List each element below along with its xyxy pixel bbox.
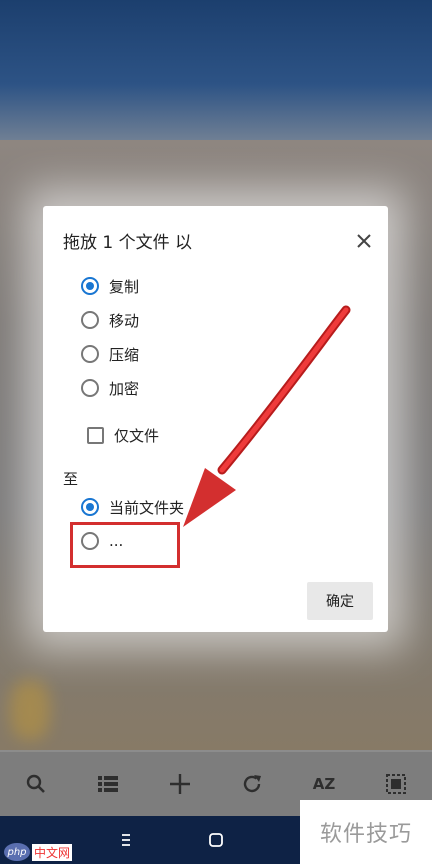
radio-current-folder[interactable] [81, 498, 99, 516]
list-view-icon[interactable] [91, 767, 125, 801]
destination-current-folder[interactable]: 当前文件夹 [81, 495, 184, 519]
menu-icon[interactable] [114, 828, 138, 852]
sort-az-label: AZ [312, 775, 336, 793]
radio-copy[interactable] [81, 277, 99, 295]
watermark-right: 软件技巧 [300, 800, 432, 864]
option-compress[interactable]: 压缩 [81, 342, 139, 366]
add-icon[interactable] [163, 767, 197, 801]
files-only-option[interactable]: 仅文件 [87, 423, 159, 447]
option-move[interactable]: 移动 [81, 308, 139, 332]
option-copy[interactable]: 复制 [81, 274, 139, 298]
background-blur-shape [10, 680, 50, 740]
radio-move[interactable] [81, 311, 99, 329]
files-only-checkbox[interactable] [87, 426, 104, 444]
watermark-left: php 中文网 [0, 840, 73, 864]
option-compress-label: 压缩 [109, 345, 140, 364]
drop-action-dialog: 拖放 1 个文件 以 复制 移动 压缩 加密 仅文件 至 当前文件夹 ... 确… [43, 206, 388, 632]
home-icon[interactable] [204, 828, 228, 852]
background-app-header [0, 0, 432, 140]
watermark-left-text: 中文网 [32, 843, 73, 861]
radio-encrypt[interactable] [81, 379, 99, 397]
refresh-icon[interactable] [235, 767, 269, 801]
close-icon[interactable] [351, 228, 377, 254]
dialog-title: 拖放 1 个文件 以 [63, 233, 193, 253]
search-icon[interactable] [19, 767, 53, 801]
option-encrypt[interactable]: 加密 [81, 376, 139, 400]
watermark-logo: php [4, 843, 30, 861]
option-encrypt-label: 加密 [109, 379, 140, 398]
files-only-label: 仅文件 [114, 426, 160, 445]
annotation-highlight-box [70, 522, 180, 568]
destination-current-folder-label: 当前文件夹 [109, 498, 185, 517]
radio-compress[interactable] [81, 345, 99, 363]
select-all-icon[interactable] [379, 767, 413, 801]
destination-heading: 至 [63, 470, 79, 488]
sort-az-icon[interactable]: AZ [307, 767, 341, 801]
option-copy-label: 复制 [109, 277, 140, 296]
option-move-label: 移动 [109, 311, 140, 330]
ok-button[interactable]: 确定 [307, 582, 373, 620]
